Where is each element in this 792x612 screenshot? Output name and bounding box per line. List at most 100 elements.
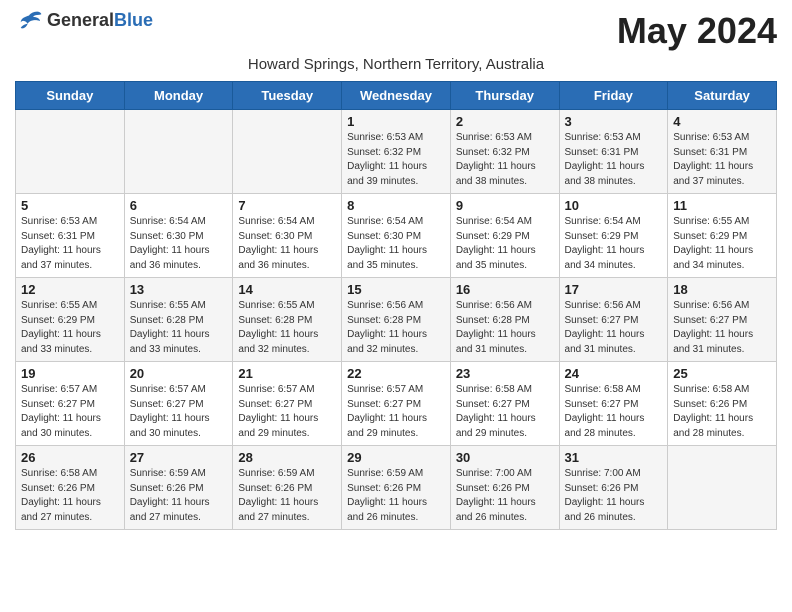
cell-sun-info: Sunrise: 6:56 AM Sunset: 6:27 PM Dayligh… bbox=[673, 299, 771, 357]
day-number: 1 bbox=[347, 114, 445, 129]
cell-sun-info: Sunrise: 6:56 AM Sunset: 6:28 PM Dayligh… bbox=[347, 299, 445, 357]
calendar-cell: 29 Sunrise: 6:59 AM Sunset: 6:26 PM Dayli… bbox=[342, 446, 451, 530]
calendar-cell: 22 Sunrise: 6:57 AM Sunset: 6:27 PM Dayli… bbox=[342, 362, 451, 446]
day-number: 19 bbox=[21, 366, 119, 381]
day-number: 18 bbox=[673, 282, 771, 297]
day-number: 28 bbox=[238, 450, 336, 465]
day-header-friday: Friday bbox=[559, 82, 668, 110]
calendar-cell: 14Sunrise: 6:55 AM Sunset: 6:28 PM Dayli… bbox=[233, 278, 342, 362]
cell-sun-info: Sunrise: 6:54 AM Sunset: 6:30 PM Dayligh… bbox=[238, 215, 336, 273]
calendar-cell bbox=[233, 110, 342, 194]
day-number: 3 bbox=[565, 114, 663, 129]
day-number: 10 bbox=[565, 198, 663, 213]
day-header-saturday: Saturday bbox=[668, 82, 777, 110]
day-header-thursday: Thursday bbox=[450, 82, 559, 110]
calendar-cell: 23Sunrise: 6:58 AM Sunset: 6:27 PM Dayli… bbox=[450, 362, 559, 446]
calendar-cell: 26Sunrise: 6:58 AM Sunset: 6:26 PM Dayli… bbox=[16, 446, 125, 530]
logo-text: GeneralBlue bbox=[47, 11, 153, 31]
day-number: 22 bbox=[347, 366, 445, 381]
day-number: 21 bbox=[238, 366, 336, 381]
cell-sun-info: Sunrise: 6:54 AM Sunset: 6:29 PM Dayligh… bbox=[565, 215, 663, 273]
logo: GeneralBlue bbox=[15, 10, 153, 32]
calendar-cell: 2 Sunrise: 6:53 AM Sunset: 6:32 PM Daylig… bbox=[450, 110, 559, 194]
cell-sun-info: Sunrise: 6:53 AM Sunset: 6:31 PM Dayligh… bbox=[565, 131, 663, 189]
page-header: GeneralBlue May 2024 bbox=[15, 10, 777, 52]
calendar-cell: 3 Sunrise: 6:53 AM Sunset: 6:31 PM Daylig… bbox=[559, 110, 668, 194]
day-number: 29 bbox=[347, 450, 445, 465]
calendar-cell: 19 Sunrise: 6:57 AM Sunset: 6:27 PM Dayli… bbox=[16, 362, 125, 446]
cell-sun-info: Sunrise: 6:57 AM Sunset: 6:27 PM Dayligh… bbox=[347, 383, 445, 441]
calendar-cell: 27Sunrise: 6:59 AM Sunset: 6:26 PM Dayli… bbox=[124, 446, 233, 530]
calendar-table: SundayMondayTuesdayWednesdayThursdayFrid… bbox=[15, 81, 777, 530]
cell-sun-info: Sunrise: 6:57 AM Sunset: 6:27 PM Dayligh… bbox=[21, 383, 119, 441]
cell-sun-info: Sunrise: 6:58 AM Sunset: 6:26 PM Dayligh… bbox=[21, 467, 119, 525]
day-number: 14 bbox=[238, 282, 336, 297]
cell-sun-info: Sunrise: 6:58 AM Sunset: 6:27 PM Dayligh… bbox=[565, 383, 663, 441]
calendar-week-row: 19 Sunrise: 6:57 AM Sunset: 6:27 PM Dayli… bbox=[16, 362, 777, 446]
cell-sun-info: Sunrise: 6:55 AM Sunset: 6:29 PM Dayligh… bbox=[673, 215, 771, 273]
subtitle: Howard Springs, Northern Territory, Aust… bbox=[15, 56, 777, 73]
day-number: 31 bbox=[565, 450, 663, 465]
calendar-cell bbox=[124, 110, 233, 194]
calendar-cell: 7 Sunrise: 6:54 AM Sunset: 6:30 PM Daylig… bbox=[233, 194, 342, 278]
cell-sun-info: Sunrise: 6:55 AM Sunset: 6:29 PM Dayligh… bbox=[21, 299, 119, 357]
logo-general: General bbox=[47, 10, 114, 30]
cell-sun-info: Sunrise: 6:54 AM Sunset: 6:30 PM Dayligh… bbox=[130, 215, 228, 273]
calendar-week-row: 1 Sunrise: 6:53 AM Sunset: 6:32 PM Daylig… bbox=[16, 110, 777, 194]
calendar-cell: 15 Sunrise: 6:56 AM Sunset: 6:28 PM Dayli… bbox=[342, 278, 451, 362]
cell-sun-info: Sunrise: 6:54 AM Sunset: 6:30 PM Dayligh… bbox=[347, 215, 445, 273]
logo-blue: Blue bbox=[114, 10, 153, 30]
calendar-header-row: SundayMondayTuesdayWednesdayThursdayFrid… bbox=[16, 82, 777, 110]
cell-sun-info: Sunrise: 6:59 AM Sunset: 6:26 PM Dayligh… bbox=[347, 467, 445, 525]
calendar-week-row: 12Sunrise: 6:55 AM Sunset: 6:29 PM Dayli… bbox=[16, 278, 777, 362]
cell-sun-info: Sunrise: 6:53 AM Sunset: 6:31 PM Dayligh… bbox=[21, 215, 119, 273]
calendar-cell: 10 Sunrise: 6:54 AM Sunset: 6:29 PM Dayli… bbox=[559, 194, 668, 278]
cell-sun-info: Sunrise: 6:59 AM Sunset: 6:26 PM Dayligh… bbox=[130, 467, 228, 525]
calendar-cell: 4Sunrise: 6:53 AM Sunset: 6:31 PM Daylig… bbox=[668, 110, 777, 194]
day-number: 30 bbox=[456, 450, 554, 465]
calendar-cell bbox=[16, 110, 125, 194]
calendar-cell: 21 Sunrise: 6:57 AM Sunset: 6:27 PM Dayli… bbox=[233, 362, 342, 446]
day-header-monday: Monday bbox=[124, 82, 233, 110]
day-number: 15 bbox=[347, 282, 445, 297]
day-number: 8 bbox=[347, 198, 445, 213]
calendar-cell: 13 Sunrise: 6:55 AM Sunset: 6:28 PM Dayli… bbox=[124, 278, 233, 362]
cell-sun-info: Sunrise: 6:55 AM Sunset: 6:28 PM Dayligh… bbox=[130, 299, 228, 357]
calendar-cell: 28 Sunrise: 6:59 AM Sunset: 6:26 PM Dayli… bbox=[233, 446, 342, 530]
cell-sun-info: Sunrise: 6:59 AM Sunset: 6:26 PM Dayligh… bbox=[238, 467, 336, 525]
day-number: 6 bbox=[130, 198, 228, 213]
cell-sun-info: Sunrise: 6:57 AM Sunset: 6:27 PM Dayligh… bbox=[238, 383, 336, 441]
day-number: 13 bbox=[130, 282, 228, 297]
calendar-cell: 30Sunrise: 7:00 AM Sunset: 6:26 PM Dayli… bbox=[450, 446, 559, 530]
logo-bird-icon bbox=[15, 10, 43, 32]
calendar-cell: 5 Sunrise: 6:53 AM Sunset: 6:31 PM Daylig… bbox=[16, 194, 125, 278]
day-number: 16 bbox=[456, 282, 554, 297]
cell-sun-info: Sunrise: 6:57 AM Sunset: 6:27 PM Dayligh… bbox=[130, 383, 228, 441]
calendar-cell: 1Sunrise: 6:53 AM Sunset: 6:32 PM Daylig… bbox=[342, 110, 451, 194]
day-number: 2 bbox=[456, 114, 554, 129]
calendar-cell: 18 Sunrise: 6:56 AM Sunset: 6:27 PM Dayli… bbox=[668, 278, 777, 362]
calendar-cell: 11 Sunrise: 6:55 AM Sunset: 6:29 PM Dayli… bbox=[668, 194, 777, 278]
cell-sun-info: Sunrise: 6:53 AM Sunset: 6:32 PM Dayligh… bbox=[456, 131, 554, 189]
day-number: 24 bbox=[565, 366, 663, 381]
day-number: 23 bbox=[456, 366, 554, 381]
cell-sun-info: Sunrise: 7:00 AM Sunset: 6:26 PM Dayligh… bbox=[565, 467, 663, 525]
day-number: 11 bbox=[673, 198, 771, 213]
day-number: 5 bbox=[21, 198, 119, 213]
month-title: May 2024 bbox=[617, 10, 777, 52]
calendar-cell: 31 Sunrise: 7:00 AM Sunset: 6:26 PM Dayli… bbox=[559, 446, 668, 530]
calendar-cell bbox=[668, 446, 777, 530]
day-number: 25 bbox=[673, 366, 771, 381]
calendar-cell: 6 Sunrise: 6:54 AM Sunset: 6:30 PM Daylig… bbox=[124, 194, 233, 278]
cell-sun-info: Sunrise: 6:53 AM Sunset: 6:31 PM Dayligh… bbox=[673, 131, 771, 189]
day-number: 7 bbox=[238, 198, 336, 213]
calendar-cell: 24 Sunrise: 6:58 AM Sunset: 6:27 PM Dayli… bbox=[559, 362, 668, 446]
calendar-week-row: 26Sunrise: 6:58 AM Sunset: 6:26 PM Dayli… bbox=[16, 446, 777, 530]
calendar-cell: 25Sunrise: 6:58 AM Sunset: 6:26 PM Dayli… bbox=[668, 362, 777, 446]
day-header-tuesday: Tuesday bbox=[233, 82, 342, 110]
day-header-wednesday: Wednesday bbox=[342, 82, 451, 110]
calendar-cell: 8 Sunrise: 6:54 AM Sunset: 6:30 PM Daylig… bbox=[342, 194, 451, 278]
calendar-week-row: 5 Sunrise: 6:53 AM Sunset: 6:31 PM Daylig… bbox=[16, 194, 777, 278]
calendar-cell: 16Sunrise: 6:56 AM Sunset: 6:28 PM Dayli… bbox=[450, 278, 559, 362]
calendar-body: 1 Sunrise: 6:53 AM Sunset: 6:32 PM Daylig… bbox=[16, 110, 777, 530]
